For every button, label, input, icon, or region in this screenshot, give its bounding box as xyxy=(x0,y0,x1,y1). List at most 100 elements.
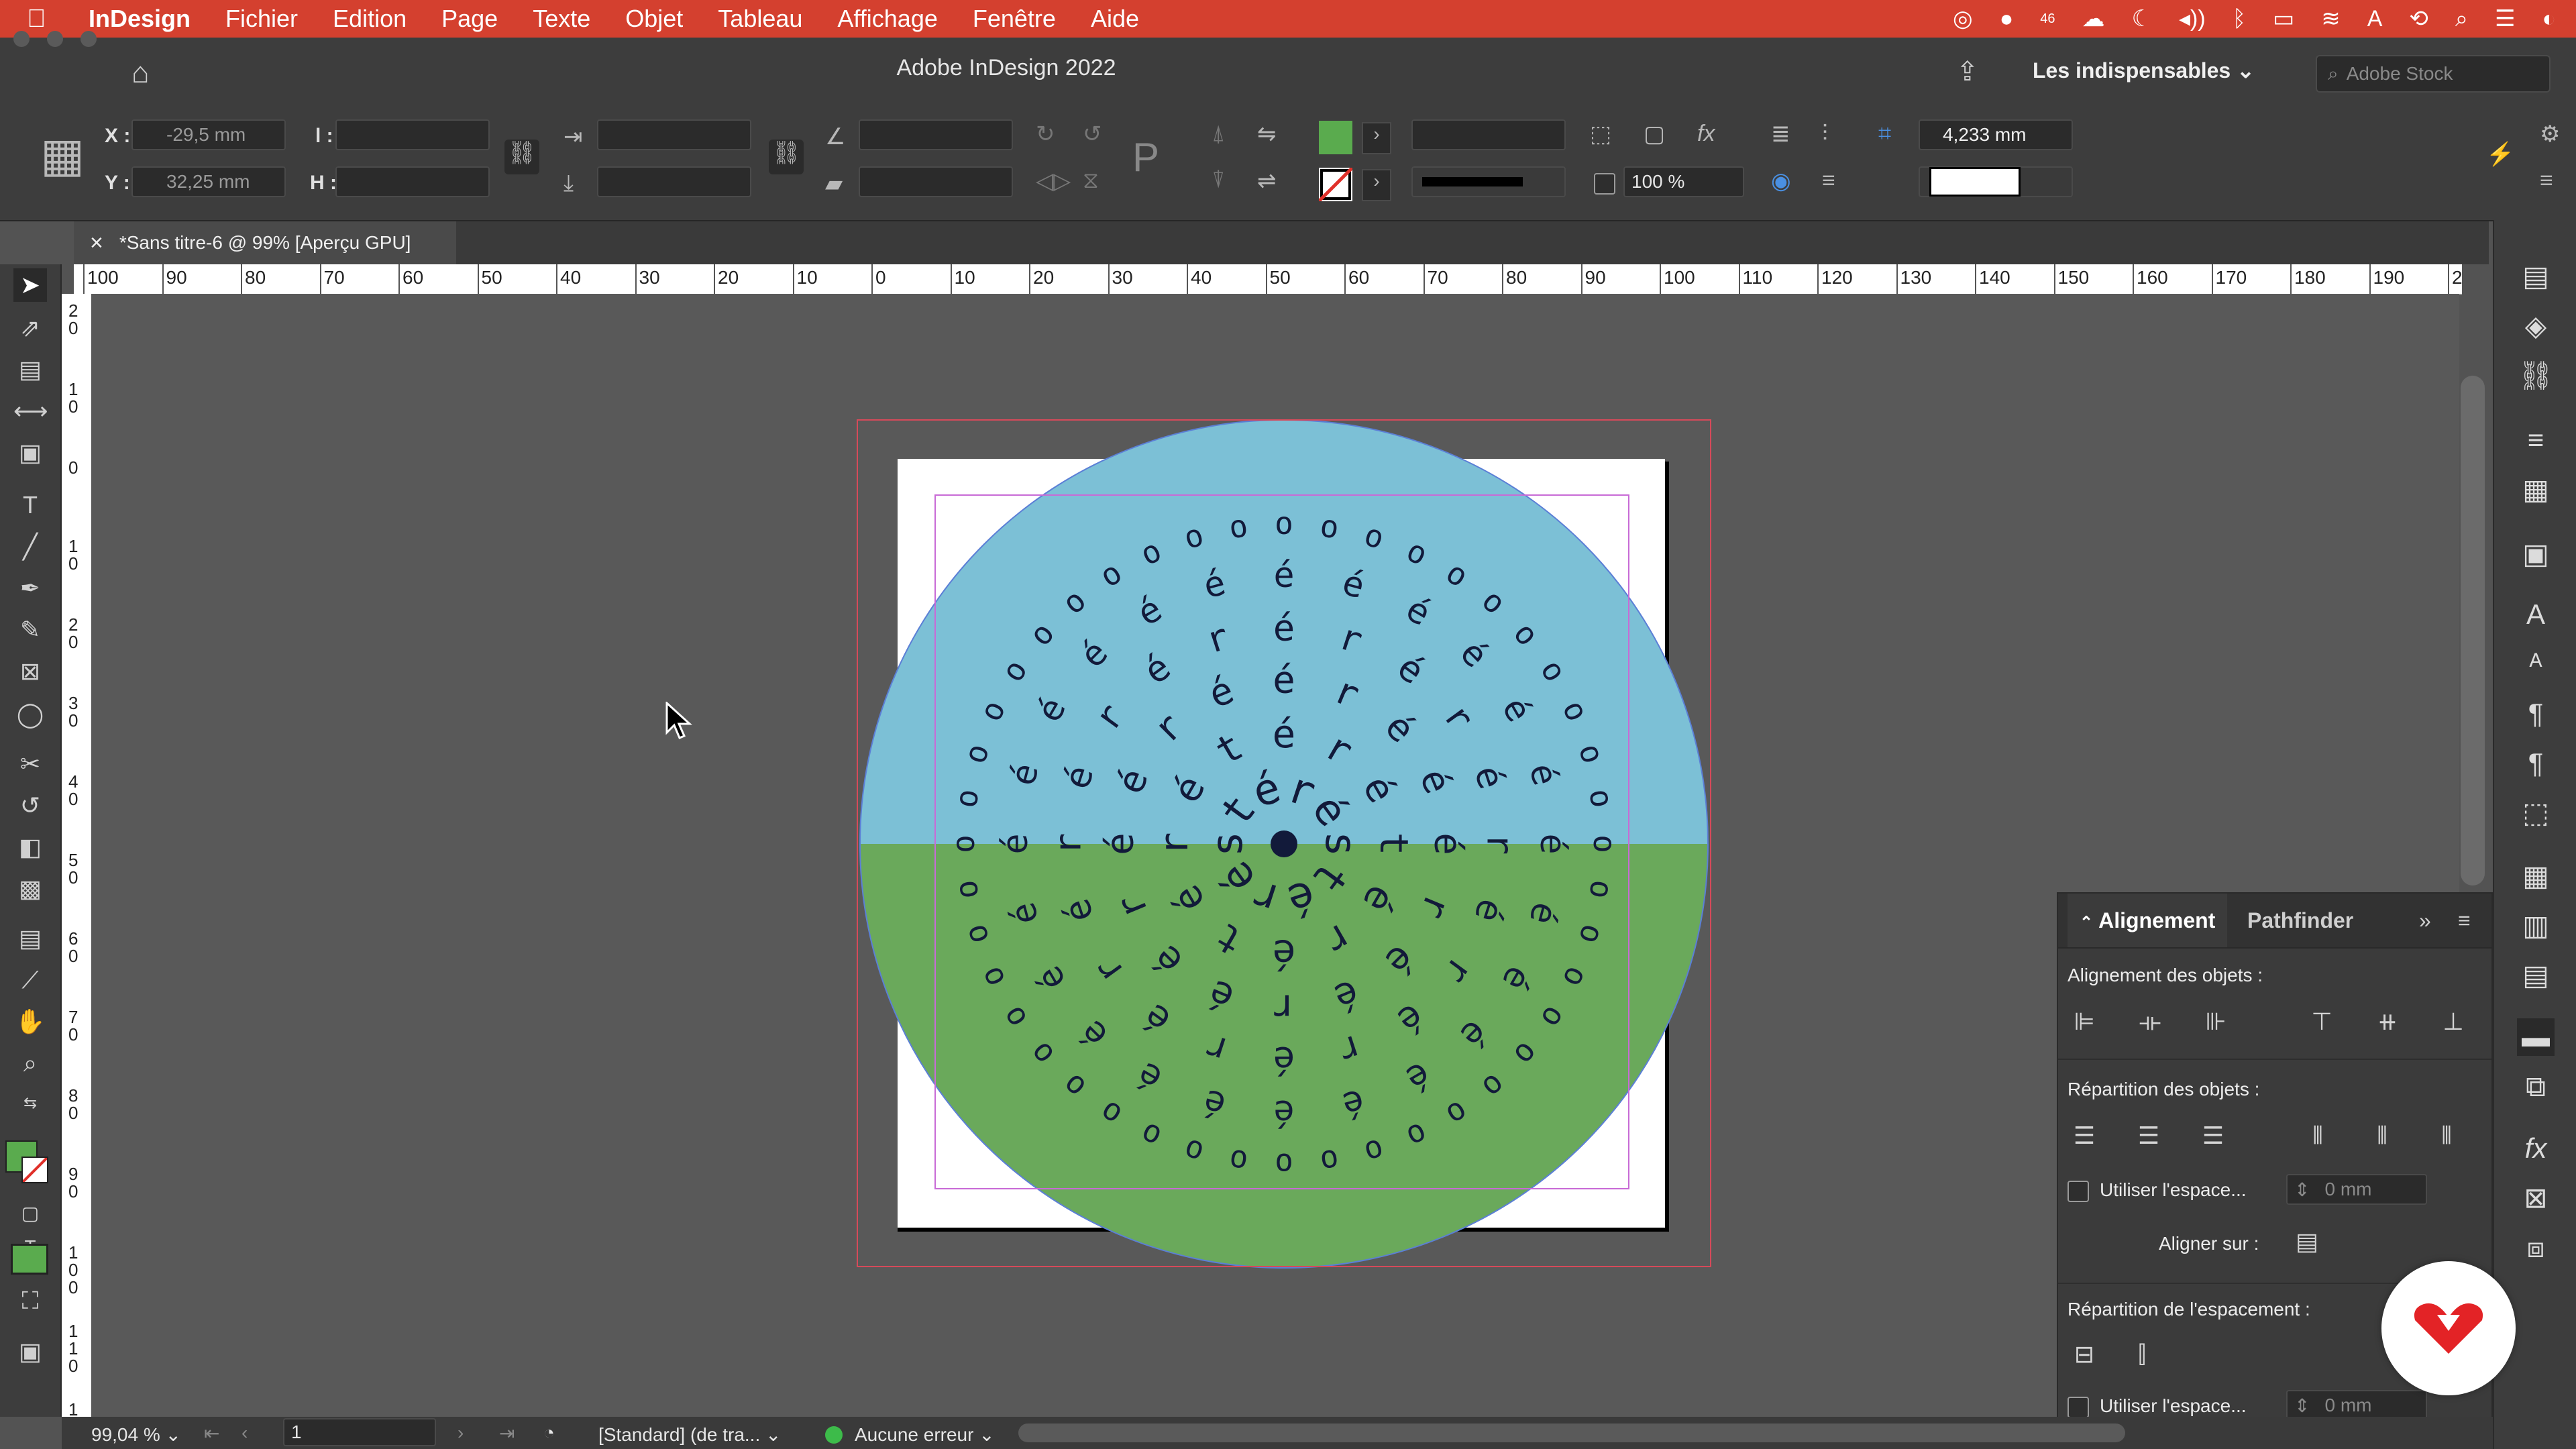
cc-libraries-icon[interactable]: ▣ xyxy=(2517,535,2555,573)
zoom-level-select[interactable]: 99,04 % ⌄ xyxy=(91,1424,181,1446)
select-content-icon[interactable]: ⍒ xyxy=(1212,168,1225,194)
distribute-top-edges-icon[interactable]: ☰ xyxy=(2068,1119,2101,1152)
use-spacing-checkbox[interactable] xyxy=(2068,1181,2089,1202)
opacity-field[interactable]: 100 % xyxy=(1623,166,1744,197)
siri-icon[interactable]: ◐ xyxy=(2542,6,2556,32)
tab-alignement[interactable]: ⌃ Alignement xyxy=(2068,894,2228,947)
table-styles-icon[interactable]: ▥ xyxy=(2517,907,2555,945)
minimize-window-icon[interactable] xyxy=(47,31,63,47)
transform-panel-icon[interactable]: ⧈ xyxy=(2517,1229,2555,1267)
x-position-field[interactable]: -29,5 mm xyxy=(131,119,286,150)
apply-color-icon[interactable] xyxy=(11,1244,48,1275)
swatches-panel-icon[interactable]: ▦ xyxy=(2517,471,2555,508)
y-position-field[interactable]: 32,25 mm xyxy=(131,166,286,197)
menu-fichier[interactable]: Fichier xyxy=(225,5,298,33)
text-wrap-icon[interactable]: ≣ xyxy=(1771,121,1790,148)
menu-page[interactable]: Page xyxy=(441,5,498,33)
preview-mode-icon[interactable]: ▣ xyxy=(13,1335,47,1368)
align-top-edges-icon[interactable]: ⊤ xyxy=(2305,1005,2339,1038)
bluetooth-icon[interactable]: ᛒ xyxy=(2233,6,2246,32)
ellipse-tool-icon[interactable]: ◯ xyxy=(13,698,47,731)
horizontal-scrollbar[interactable] xyxy=(1018,1424,2125,1442)
width-field[interactable] xyxy=(335,119,490,150)
stroke-menu-icon[interactable]: › xyxy=(1362,169,1391,201)
close-window-icon[interactable] xyxy=(13,31,30,47)
corner-shape-select[interactable] xyxy=(1919,166,2073,197)
moon-icon[interactable]: ☾ xyxy=(2132,5,2152,32)
rectangle-frame-tool-icon[interactable]: ⊠ xyxy=(13,655,47,688)
align-horizontal-centers-icon[interactable]: ⟛ xyxy=(2133,1005,2167,1038)
select-next-icon[interactable]: ⇌ xyxy=(1257,168,1277,195)
pages-panel-icon[interactable]: ▤ xyxy=(2517,258,2555,295)
wifi-icon[interactable]: ≋ xyxy=(2321,5,2341,32)
control-menu-icon[interactable]: ≡ xyxy=(2540,168,2553,194)
panel-expand-icon[interactable]: » xyxy=(2419,894,2431,947)
menu-app-name[interactable]: InDesign xyxy=(89,5,191,33)
line-tool-icon[interactable]: ╱ xyxy=(13,530,47,564)
distribute-right-edges-icon[interactable]: ⫴ xyxy=(2430,1119,2463,1152)
pencil-tool-icon[interactable]: ✎ xyxy=(13,613,47,647)
screen-mode-icon[interactable]: ⛶ xyxy=(13,1284,47,1318)
swap-fill-stroke-icon[interactable]: ⇆ xyxy=(13,1087,47,1120)
constrain-scale-icon[interactable]: ⛓ xyxy=(769,140,804,174)
align-vertical-centers-icon[interactable]: ⧺ xyxy=(2371,1005,2404,1038)
use-spacing-checkbox-2[interactable] xyxy=(2068,1397,2089,1418)
align-left-edges-icon[interactable]: ⊫ xyxy=(2068,1005,2101,1038)
flip-horizontal-icon[interactable]: ◁▷ xyxy=(1036,168,1071,195)
battery-icon[interactable]: ▭ xyxy=(2273,5,2294,32)
paragraph-panel-icon[interactable]: ¶ xyxy=(2517,695,2555,733)
selection-tool-icon[interactable]: ➤ xyxy=(13,268,47,302)
select-previous-icon[interactable]: ⇋ xyxy=(1257,121,1277,148)
input-source-icon[interactable]: A xyxy=(2367,6,2383,32)
vertical-scrollbar[interactable] xyxy=(2461,376,2485,885)
distribute-vertical-centers-icon[interactable]: ☰ xyxy=(2132,1119,2165,1152)
distribute-horizontal-space-icon[interactable]: ⫿ xyxy=(2125,1338,2159,1371)
stroke-weight-field[interactable] xyxy=(1411,119,1566,150)
paragraph-styles-icon[interactable]: ¶ xyxy=(2517,745,2555,782)
menu-tableau[interactable]: Tableau xyxy=(718,5,802,33)
cloud-sync-icon[interactable]: ☁ xyxy=(2082,5,2105,32)
eyedropper-tool-icon[interactable]: ⟋ xyxy=(13,963,47,997)
align-bottom-edges-icon[interactable]: ⊥ xyxy=(2436,1005,2470,1038)
fx-icon[interactable]: fx xyxy=(1697,121,1715,147)
panel-menu-icon[interactable]: ≡ xyxy=(2458,894,2471,947)
close-tab-icon[interactable]: × xyxy=(90,230,103,256)
reference-point-icon[interactable]: ▦ xyxy=(40,131,85,178)
volume-icon[interactable]: ◂)) xyxy=(2179,5,2206,32)
drop-shadow-icon[interactable]: ▢ xyxy=(1644,121,1665,148)
text-wrap-panel-icon[interactable]: ⬚ xyxy=(2517,794,2555,832)
page-tool-icon[interactable]: ▤ xyxy=(13,353,47,386)
tab-pathfinder[interactable]: Pathfinder xyxy=(2247,894,2353,947)
table-panel-icon[interactable]: ▦ xyxy=(2517,857,2555,895)
distribute-horizontal-centers-icon[interactable]: ⫴ xyxy=(2365,1119,2399,1152)
stroke-panel-icon[interactable]: ≡ xyxy=(2517,421,2555,459)
character-panel-icon[interactable]: A xyxy=(2517,596,2555,633)
distribute-vertical-space-icon[interactable]: ⊟ xyxy=(2068,1338,2101,1371)
open-page-icon[interactable]: ◔ xyxy=(543,1422,555,1444)
formatting-affects-container-icon[interactable]: ▢ T xyxy=(13,1197,47,1257)
object-style-icon[interactable]: ◉ xyxy=(1771,168,1791,195)
text-wrap-alt-icon[interactable]: ⫶ xyxy=(1822,121,1828,147)
layers-panel-icon[interactable]: ◈ xyxy=(2517,307,2555,345)
fill-menu-icon[interactable]: › xyxy=(1362,122,1391,154)
align-panel-icon[interactable]: ▬ xyxy=(2517,1018,2555,1056)
notification-icon[interactable]: 46 xyxy=(2040,11,2055,27)
opacity-checkbox[interactable] xyxy=(1594,173,1615,195)
scale-x-field[interactable] xyxy=(597,119,751,150)
frame-fitting-icon[interactable]: ⬚ xyxy=(1590,121,1611,148)
page-number-field[interactable]: 1 xyxy=(283,1418,436,1446)
character-styles-icon[interactable]: ᴬ xyxy=(2517,645,2555,683)
gradient-panel-icon[interactable]: ⊠ xyxy=(2517,1179,2555,1217)
constrain-proportions-icon[interactable]: ⛓ xyxy=(504,140,539,174)
menu-texte[interactable]: Texte xyxy=(533,5,590,33)
stroke-type-select[interactable] xyxy=(1411,166,1566,197)
scissors-tool-icon[interactable]: ✂ xyxy=(13,747,47,781)
time-machine-icon[interactable]: ⟲ xyxy=(2409,5,2428,32)
share-icon[interactable]: ⇪ xyxy=(1956,56,1979,87)
control-center-icon[interactable]: ☰ xyxy=(2495,5,2515,32)
creative-cloud-icon[interactable]: ◎ xyxy=(1953,5,1973,32)
next-page-icon[interactable]: › xyxy=(458,1422,464,1444)
flip-vertical-icon[interactable]: ⧖ xyxy=(1083,168,1099,194)
align-right-edges-icon[interactable]: ⊪ xyxy=(2199,1005,2233,1038)
distribute-bottom-edges-icon[interactable]: ☰ xyxy=(2196,1119,2230,1152)
